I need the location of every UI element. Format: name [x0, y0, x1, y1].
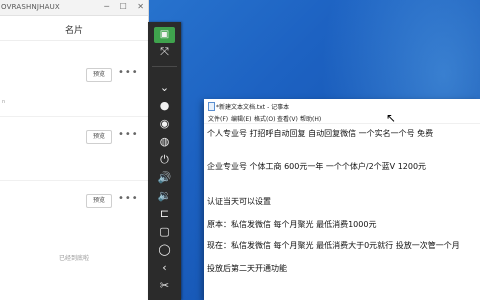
minimize-icon[interactable]: ─	[104, 2, 109, 11]
screen-toggle-icon[interactable]: ▣	[154, 27, 175, 43]
menu-help[interactable]: 帮助(H)	[300, 114, 321, 123]
floating-toolbar: ▣ ⤧ ⌄ ● ◉ ◍ ⏻ 🔊 🔉 ⊏ ▢ ◯ ‹ ✂	[148, 22, 181, 300]
text-line[interactable]: 原本：私信发微信 每个月聚光 最低消费1000元	[207, 219, 376, 230]
text-line[interactable]: 投放后第二天开通功能	[207, 263, 287, 274]
window-title: OVRASHNJHAUX	[1, 3, 60, 11]
fullscreen-icon[interactable]: ⤧	[154, 44, 175, 60]
list-end-text: 已经到底啦	[58, 255, 89, 262]
divider	[0, 116, 148, 117]
power-icon[interactable]: ⏻	[154, 152, 175, 168]
circle-icon[interactable]: ◯	[154, 242, 175, 258]
notepad-title: *新建文本文档.txt - 记事本	[216, 104, 290, 111]
notepad-icon	[208, 102, 215, 111]
menu-view[interactable]: 查看(V)	[277, 114, 298, 123]
text-line[interactable]: 个人专业号 打招呼自动回复 自动回复微信 一个实名一个号 免费	[207, 128, 433, 139]
window-titlebar: OVRASHNJHAUX ─ ☐ ✕	[0, 0, 148, 16]
close-icon[interactable]: ✕	[137, 2, 144, 11]
page-header: 名片	[0, 16, 148, 41]
notepad-window: *新建文本文档.txt - 记事本 文件(F) 编辑(E) 格式(O) 查看(V…	[204, 99, 480, 300]
volume-down-icon[interactable]: 🔉	[154, 188, 175, 204]
menu-file[interactable]: 文件(F)	[208, 114, 228, 123]
menu-edit[interactable]: 编辑(E)	[231, 114, 251, 123]
eye-icon[interactable]: ◉	[154, 116, 175, 132]
text-line[interactable]: 现在：私信发微信 每个月聚光 最低消费大于0元就行 投放一次管一个月	[207, 240, 460, 251]
scissors-icon[interactable]: ✂	[154, 278, 175, 294]
preview-button[interactable]: 预览	[86, 194, 112, 208]
more-options-button[interactable]: •••	[118, 67, 139, 78]
record-icon[interactable]: ●	[154, 98, 175, 114]
more-options-button[interactable]: •••	[118, 193, 139, 204]
text-line[interactable]: 认证当天可以设置	[207, 196, 271, 207]
preview-button[interactable]: 预览	[86, 130, 112, 144]
more-options-button[interactable]: •••	[118, 129, 139, 140]
business-card-window: OVRASHNJHAUX ─ ☐ ✕ 名片 预览 ••• n 预览 ••• 预览…	[0, 0, 149, 300]
page-title: 名片	[64, 26, 83, 36]
bracket-icon[interactable]: ⊏	[154, 206, 175, 222]
volume-up-icon[interactable]: 🔊	[154, 170, 175, 186]
toolbar-divider	[152, 66, 177, 67]
maximize-icon[interactable]: ☐	[120, 2, 127, 11]
divider	[0, 180, 148, 181]
menu-format[interactable]: 格式(O)	[254, 114, 275, 123]
notepad-menubar: 文件(F) 编辑(E) 格式(O) 查看(V) 帮助(H)	[204, 112, 480, 124]
preview-button[interactable]: 预览	[86, 68, 112, 82]
window-controls: ─ ☐ ✕	[96, 2, 144, 11]
back-icon[interactable]: ‹	[154, 260, 175, 276]
square-icon[interactable]: ▢	[154, 224, 175, 240]
collapse-icon[interactable]: ⌄	[154, 80, 175, 96]
eye-off-icon[interactable]: ◍	[154, 134, 175, 150]
notepad-titlebar: *新建文本文档.txt - 记事本	[204, 99, 480, 112]
card-meta-text: n	[2, 99, 6, 105]
mouse-cursor-icon: ↖	[386, 111, 397, 125]
text-line[interactable]: 企业专业号 个体工商 600元一年 一个个体户/2个蓝V 1200元	[207, 161, 426, 172]
